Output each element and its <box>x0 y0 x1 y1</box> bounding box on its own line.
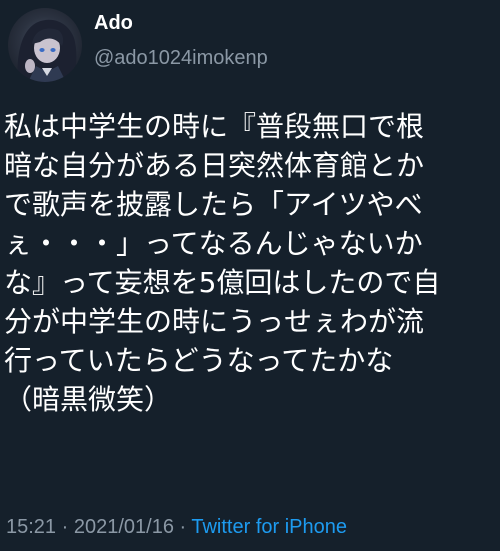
tweet-text-line: 私は中学生の時に『普段無口で根 <box>4 110 425 143</box>
avatar[interactable] <box>8 8 82 82</box>
display-name[interactable]: Ado <box>94 10 268 36</box>
meta-separator: · <box>56 516 74 538</box>
tweet-text: 私は中学生の時に『普段無口で根 暗な自分がある日突然体育館とか で歌声を披露した… <box>4 107 498 419</box>
tweet-date[interactable]: 2021/01/16 <box>74 516 174 538</box>
profile-avatar-icon <box>17 19 77 82</box>
tweet-text-line: 分が中学生の時にうっせぇわが流 <box>4 305 425 338</box>
user-handle[interactable]: @ado1024imokenp <box>94 45 268 71</box>
tweet-text-line: で歌声を披露したら「アイツやべ <box>4 188 423 221</box>
tweet-text-line: （暗黒微笑） <box>4 383 173 416</box>
tweet-text-line: 行っていたらどうなってたかな <box>4 344 394 377</box>
tweet-header: Ado @ado1024imokenp <box>94 10 268 71</box>
tweet-text-line: な』って妄想を5億回はしたので自 <box>4 266 441 299</box>
tweet-source-link[interactable]: Twitter for iPhone <box>191 516 347 538</box>
tweet-card: Ado @ado1024imokenp 私は中学生の時に『普段無口で根 暗な自分… <box>0 0 500 551</box>
tweet-text-line: 暗な自分がある日突然体育館とか <box>4 149 425 182</box>
meta-separator: · <box>173 516 192 538</box>
tweet-time[interactable]: 15:21 <box>6 516 56 538</box>
tweet-text-line: ぇ・・・」ってなるんじゃないか <box>4 227 423 260</box>
tweet-meta: 15:21 · 2021/01/16 · Twitter for iPhone <box>6 514 347 540</box>
